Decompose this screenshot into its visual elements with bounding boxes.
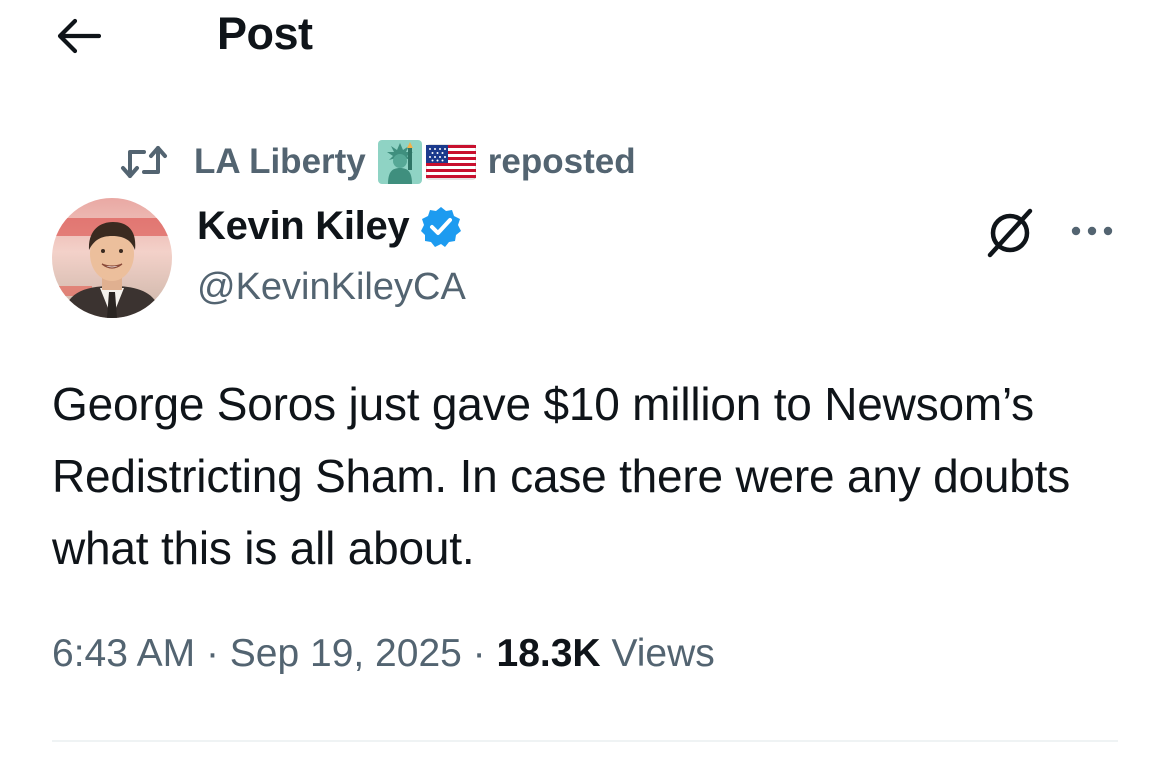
arrow-left-icon [57,18,101,54]
verified-badge-icon[interactable] [419,205,463,249]
author-name-text: Kevin Kiley [197,204,410,248]
tweet-text: George Soros just gave $10 million to Ne… [52,378,1071,574]
divider [52,740,1118,742]
avatar[interactable] [52,198,172,318]
repost-suffix: reposted [487,142,636,181]
us-flag-emoji [425,143,476,181]
author-handle[interactable]: @KevinKileyCA [197,266,466,309]
back-button[interactable] [52,12,104,60]
views-label[interactable]: Views [611,632,714,675]
views-count[interactable]: 18.3K [497,632,601,675]
meta-separator: · [205,632,219,675]
tweet-time[interactable]: 6:43 AM [52,632,195,675]
meta-separator: · [472,632,486,675]
author-name[interactable]: Kevin Kiley [197,204,463,249]
top-bar: Post [0,0,1170,80]
tweet-meta: 6:43 AM · Sep 19, 2025 · 18.3K Views [52,632,715,676]
more-options-button[interactable] [1062,206,1122,256]
grok-button[interactable] [980,202,1040,262]
repost-context: LA Liberty reposted [120,136,636,188]
page-title: Post [217,8,313,59]
reposter-name[interactable]: LA Liberty [194,142,366,182]
statue-of-liberty-emoji [377,140,422,184]
more-horizontal-icon [1071,226,1113,236]
grok-icon [987,208,1033,258]
tweet-date[interactable]: Sep 19, 2025 [230,632,462,675]
repost-icon [120,142,168,182]
